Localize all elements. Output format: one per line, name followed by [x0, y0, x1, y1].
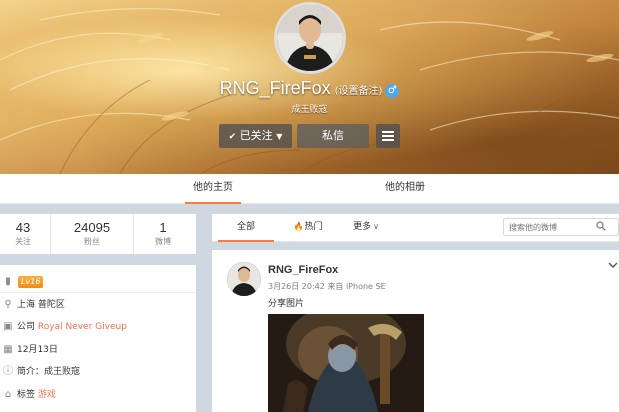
stat-posts[interactable]: 1 微博 [134, 214, 192, 254]
info-tags-row: ⌂ 标签 游戏 [0, 384, 196, 406]
more-options-button[interactable] [376, 124, 400, 148]
private-message-label: 私信 [322, 129, 344, 142]
briefcase-icon: ▣ [3, 321, 13, 332]
stat-followers-label: 粉丝 [84, 237, 100, 246]
level-icon: ▮ [5, 276, 11, 287]
stat-posts-count: 1 [159, 220, 167, 235]
profile-info-panel: ▮ Lv16 ⚲ 上海 普陀区 ▣ 公司 Royal Never Giveup … [0, 265, 196, 412]
feed-tab-all[interactable]: 全部 [218, 214, 274, 242]
info-company-link[interactable]: Royal Never Giveup [38, 322, 127, 332]
feed-filter-bar: 全部 🔥热门 更多 ∨ [212, 214, 619, 242]
menu-icon [382, 131, 394, 141]
location-pin-icon: ⚲ [4, 299, 12, 310]
stat-followers-count: 24095 [73, 220, 111, 235]
profile-cover: RNG_FireFox (设置备注) ♂ 成王败寇 ✔ 已关注 ▼ 私信 [0, 0, 619, 174]
post-card: RNG_FireFox 3月26日 20:42 来自 iPhone SE 分享图… [212, 250, 619, 412]
stat-following-label: 关注 [15, 237, 31, 246]
info-tags-label: 标签 [17, 390, 36, 400]
post-author-name[interactable]: RNG_FireFox [268, 264, 338, 276]
info-icon: ⓘ [3, 366, 13, 377]
profile-name-line: RNG_FireFox (设置备注) ♂ [0, 78, 619, 99]
post-avatar-image [227, 262, 261, 296]
tab-home[interactable]: 他的主页 [185, 174, 241, 204]
post-text: 分享图片 [268, 299, 305, 309]
flame-icon: 🔥 [293, 222, 304, 231]
stat-following-count: 43 [15, 220, 31, 235]
info-company-label: 公司 [17, 322, 36, 332]
search-icon[interactable] [596, 221, 606, 231]
calendar-icon: ▦ [3, 344, 13, 355]
stat-followers[interactable]: 24095 粉丝 [50, 214, 134, 254]
profile-nickname: RNG_FireFox [219, 78, 331, 98]
level-badge[interactable]: Lv16 [18, 276, 44, 288]
followed-button-label: 已关注 [239, 129, 273, 142]
feed-tab-hot[interactable]: 🔥热门 [288, 214, 328, 242]
info-location: 上海 普陀区 [17, 300, 65, 310]
post-meta: 3月26日 20:42 来自 iPhone SE [268, 282, 386, 291]
stat-posts-label: 微博 [155, 237, 171, 246]
feed-tab-more-label: 更多 [353, 222, 372, 232]
followed-button[interactable]: ✔ 已关注 ▼ [219, 124, 292, 148]
info-company: 公司 Royal Never Giveup [17, 316, 127, 338]
info-intro-row: ⓘ 简介：成王败寇 [0, 361, 196, 383]
info-intro: 简介：成王败寇 [17, 367, 81, 377]
male-gender-icon: ♂ [385, 84, 400, 98]
private-message-button[interactable]: 私信 [297, 124, 369, 148]
caret-down-icon: ▼ [276, 132, 283, 141]
info-level-row: ▮ Lv16 [0, 271, 196, 293]
stat-following[interactable]: 43 关注 [0, 214, 46, 254]
set-remark-link[interactable]: (设置备注) [335, 86, 383, 97]
avatar-portrait-image [277, 5, 343, 71]
info-tags-link[interactable]: 游戏 [38, 390, 56, 400]
post-author-avatar[interactable] [227, 262, 261, 296]
tab-album[interactable]: 他的相册 [375, 174, 435, 204]
feed-tab-more[interactable]: 更多 ∨ [346, 214, 386, 242]
info-birthday: 12月13日 [17, 345, 58, 355]
info-birthday-row: ▦ 12月13日 [0, 339, 196, 361]
check-icon: ✔ [228, 132, 237, 142]
profile-motto: 成王败寇 [291, 105, 328, 115]
post-image[interactable] [268, 314, 424, 412]
post-image-artwork [268, 314, 424, 412]
tag-icon: ⌂ [4, 389, 12, 400]
profile-tab-bar: 他的主页 他的相册 [0, 174, 619, 204]
chevron-down-icon: ∨ [373, 222, 379, 231]
profile-stats: 43 关注 24095 粉丝 1 微博 [0, 214, 196, 254]
info-company-row: ▣ 公司 Royal Never Giveup [0, 316, 196, 338]
post-menu-chevron-icon[interactable] [607, 260, 619, 270]
info-tags: 标签 游戏 [17, 384, 56, 406]
info-location-row: ⚲ 上海 普陀区 [0, 294, 196, 316]
profile-avatar[interactable] [274, 2, 346, 74]
feed-tab-hot-label: 热门 [304, 222, 323, 232]
